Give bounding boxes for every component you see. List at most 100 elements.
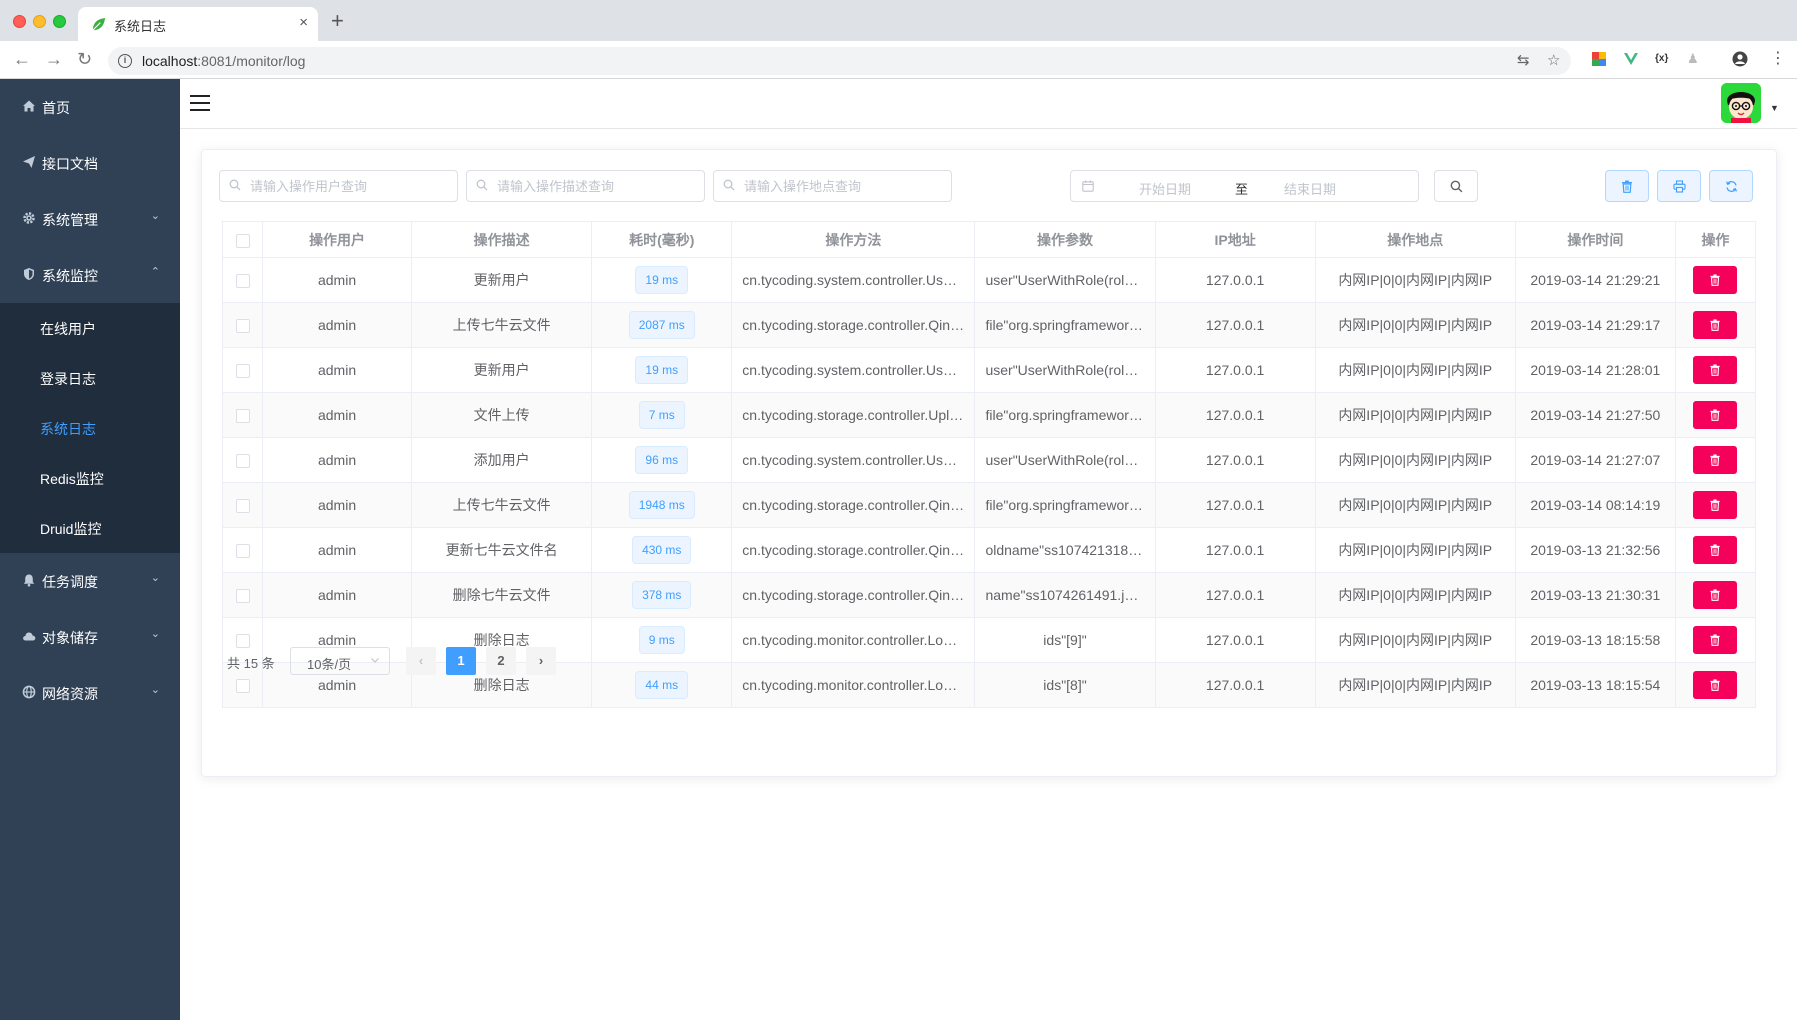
submenu-item-druid-monitor[interactable]: Druid监控 bbox=[0, 503, 180, 553]
sidebar-item-home[interactable]: 首页 bbox=[0, 79, 180, 135]
delete-row-button[interactable] bbox=[1693, 401, 1738, 429]
column-header[interactable]: 操作方法 bbox=[731, 221, 976, 258]
column-header[interactable]: 操作时间 bbox=[1515, 221, 1676, 258]
operation-location-search[interactable] bbox=[713, 170, 952, 202]
column-header[interactable]: 操作地点 bbox=[1315, 221, 1516, 258]
sidebar-item-label: 任务调度 bbox=[42, 574, 98, 590]
delete-row-button[interactable] bbox=[1693, 626, 1738, 654]
new-tab-button[interactable]: + bbox=[331, 10, 344, 32]
row-checkbox[interactable] bbox=[235, 409, 250, 424]
row-checkbox[interactable] bbox=[235, 364, 250, 379]
delete-row-button[interactable] bbox=[1693, 536, 1738, 564]
delete-row-button[interactable] bbox=[1693, 266, 1738, 294]
forward-icon[interactable]: → bbox=[45, 49, 63, 69]
column-header[interactable]: 操作用户 bbox=[262, 221, 413, 258]
submenu-item-system-log[interactable]: 系统日志 bbox=[0, 403, 180, 453]
table-row[interactable]: admin 上传七牛云文件 2087 ms cn.tycoding.storage.c… bbox=[222, 302, 1757, 348]
sidebar-item-object-storage[interactable]: 对象储存 ⌄ bbox=[0, 609, 180, 665]
pagination-total: 共 15 条 bbox=[227, 656, 275, 671]
column-header[interactable]: 操作参数 bbox=[974, 221, 1156, 258]
column-header[interactable]: 耗时(毫秒) bbox=[591, 221, 733, 258]
sidebar-item-api-docs[interactable]: 接口文档 bbox=[0, 135, 180, 191]
operation-desc-search[interactable] bbox=[466, 170, 705, 202]
table-row[interactable]: admin 上传七牛云文件 1948 ms cn.tycoding.storage.c… bbox=[222, 482, 1757, 528]
sidebar-item-task-scheduling[interactable]: 任务调度 ⌄ bbox=[0, 553, 180, 609]
operation-desc-input[interactable] bbox=[497, 172, 698, 200]
extension-color-icon[interactable] bbox=[1591, 51, 1607, 67]
cell-method: cn.tycoding.system.controller.UserContro… bbox=[731, 347, 976, 393]
table-row[interactable]: admin 添加用户 96 ms cn.tycoding.system.control… bbox=[222, 437, 1757, 483]
caret-down-icon[interactable]: ▼ bbox=[1770, 103, 1779, 113]
browser-toolbar: ← → ↻ i localhost:8081/monitor/log ⇆ ☆ {… bbox=[0, 41, 1797, 79]
row-checkbox[interactable] bbox=[235, 274, 250, 289]
info-icon[interactable]: i bbox=[118, 54, 132, 68]
cell-location: 内网IP|0|0|内网IP|内网IP bbox=[1315, 482, 1516, 528]
next-page-button[interactable]: › bbox=[526, 647, 556, 675]
table-row[interactable]: admin 更新七牛云文件名 430 ms cn.tycoding.storage.c… bbox=[222, 527, 1757, 573]
vue-devtools-icon[interactable] bbox=[1623, 51, 1639, 67]
window-close-button[interactable] bbox=[13, 15, 26, 28]
page-size-select[interactable]: 10条/页 bbox=[290, 647, 390, 675]
print-button[interactable] bbox=[1657, 170, 1701, 202]
row-select-cell bbox=[222, 527, 264, 573]
browser-tab[interactable]: 系统日志 × bbox=[78, 7, 318, 41]
row-checkbox[interactable] bbox=[235, 499, 250, 514]
browser-menu-icon[interactable]: ⋮ bbox=[1770, 51, 1786, 67]
delete-row-button[interactable] bbox=[1693, 581, 1738, 609]
batch-delete-button[interactable] bbox=[1605, 170, 1649, 202]
submenu-item-redis-monitor[interactable]: Redis监控 bbox=[0, 453, 180, 503]
tab-close-icon[interactable]: × bbox=[299, 14, 308, 32]
cell-ip: 127.0.0.1 bbox=[1155, 482, 1316, 528]
operation-user-input[interactable] bbox=[250, 172, 451, 200]
refresh-button[interactable] bbox=[1709, 170, 1753, 202]
page-1-button[interactable]: 1 bbox=[446, 647, 476, 675]
cell-ip: 127.0.0.1 bbox=[1155, 437, 1316, 483]
prev-page-button[interactable]: ‹ bbox=[406, 647, 436, 675]
profile-icon[interactable] bbox=[1732, 51, 1748, 67]
row-checkbox[interactable] bbox=[235, 454, 250, 469]
window-minimize-button[interactable] bbox=[33, 15, 46, 28]
page-2-button[interactable]: 2 bbox=[486, 647, 516, 675]
submenu-item-login-log[interactable]: 登录日志 bbox=[0, 353, 180, 403]
column-header[interactable]: IP地址 bbox=[1155, 221, 1316, 258]
table-row[interactable]: admin 删除七牛云文件 378 ms cn.tycoding.storage.co… bbox=[222, 572, 1757, 618]
start-date-input[interactable]: 开始日期 bbox=[1139, 179, 1191, 198]
row-checkbox[interactable] bbox=[235, 679, 250, 694]
operation-location-input[interactable] bbox=[744, 172, 945, 200]
column-header[interactable]: 操作描述 bbox=[411, 221, 593, 258]
calendar-icon bbox=[1082, 180, 1094, 192]
date-range-picker[interactable]: 开始日期 至 结束日期 bbox=[1070, 170, 1419, 202]
sidebar-item-system-monitor[interactable]: 系统监控 ⌃ bbox=[0, 247, 180, 303]
delete-row-button[interactable] bbox=[1693, 311, 1738, 339]
table-row[interactable]: admin 更新用户 19 ms cn.tycoding.system.control… bbox=[222, 347, 1757, 393]
table-row[interactable]: admin 文件上传 7 ms cn.tycoding.storage.control… bbox=[222, 392, 1757, 438]
end-date-input[interactable]: 结束日期 bbox=[1284, 179, 1336, 198]
row-checkbox[interactable] bbox=[235, 589, 250, 604]
delete-row-button[interactable] bbox=[1693, 446, 1738, 474]
select-all-checkbox[interactable] bbox=[235, 233, 250, 248]
reload-icon[interactable]: ↻ bbox=[77, 49, 92, 69]
star-icon[interactable]: ☆ bbox=[1547, 52, 1560, 70]
sidebar-item-system-management[interactable]: 系统管理 ⌄ bbox=[0, 191, 180, 247]
cell-description: 添加用户 bbox=[411, 437, 593, 483]
table-row[interactable]: admin 更新用户 19 ms cn.tycoding.system.control… bbox=[222, 257, 1757, 303]
sidebar-item-network-resources[interactable]: 网络资源 ⌄ bbox=[0, 665, 180, 721]
delete-row-button[interactable] bbox=[1693, 356, 1738, 384]
avatar[interactable] bbox=[1721, 83, 1761, 123]
cell-params: file"org.springframework.web.multipart" bbox=[974, 392, 1156, 438]
extension-disabled-icon[interactable]: ♟ bbox=[1687, 51, 1703, 67]
window-maximize-button[interactable] bbox=[53, 15, 66, 28]
operation-user-search[interactable] bbox=[219, 170, 458, 202]
hamburger-menu-icon[interactable] bbox=[190, 95, 210, 111]
delete-row-button[interactable] bbox=[1693, 491, 1738, 519]
back-icon[interactable]: ← bbox=[13, 49, 31, 69]
search-button[interactable] bbox=[1434, 170, 1478, 202]
row-checkbox[interactable] bbox=[235, 319, 250, 334]
json-extension-icon[interactable]: {x} bbox=[1655, 51, 1671, 67]
submenu-item-online-users[interactable]: 在线用户 bbox=[0, 303, 180, 353]
cell-actions bbox=[1675, 527, 1757, 573]
delete-row-button[interactable] bbox=[1693, 671, 1738, 699]
row-checkbox[interactable] bbox=[235, 544, 250, 559]
translate-icon[interactable]: ⇆ bbox=[1517, 52, 1530, 70]
address-bar[interactable]: i localhost:8081/monitor/log ⇆ ☆ bbox=[108, 47, 1571, 75]
